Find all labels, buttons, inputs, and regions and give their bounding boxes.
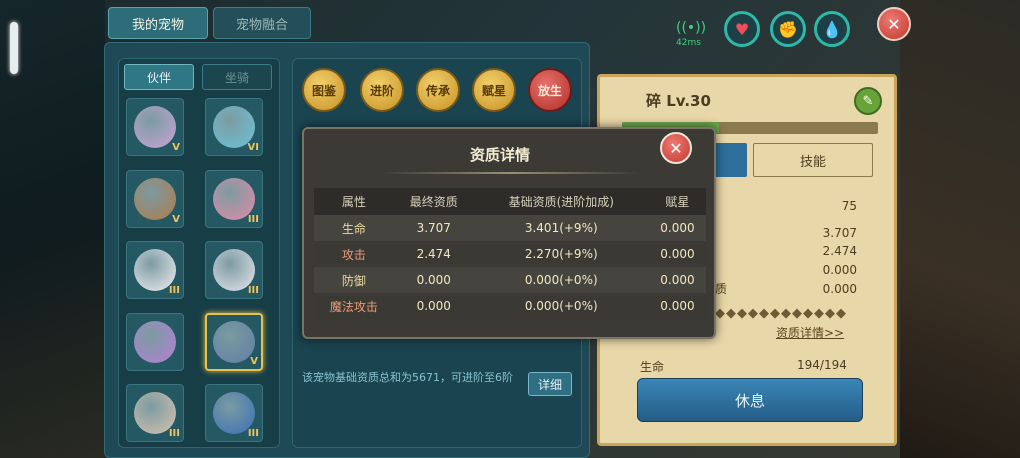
- pet-avatar: [134, 321, 176, 363]
- pet-slot[interactable]: V: [126, 98, 184, 156]
- pet-slot[interactable]: III: [205, 241, 263, 299]
- heart-icon[interactable]: ♥: [724, 11, 760, 47]
- stat-value-4: 0.000: [822, 263, 857, 277]
- stat-label-partial: 质: [715, 282, 728, 296]
- pet-avatar: [134, 178, 176, 220]
- row-star: 0.000: [648, 267, 706, 293]
- col-final: 最终资质: [393, 188, 474, 215]
- row-final: 3.707: [393, 215, 474, 241]
- row-star: 0.000: [648, 215, 706, 241]
- pet-rank-badge: III: [247, 285, 259, 296]
- side-drawer-handle[interactable]: [10, 22, 18, 74]
- col-base: 基础资质(进阶加成): [473, 188, 649, 215]
- star-button[interactable]: 赋星: [472, 68, 516, 112]
- pet-slot[interactable]: III: [205, 384, 263, 442]
- water-drop-icon[interactable]: 💧: [814, 11, 850, 47]
- rest-button[interactable]: 休息: [637, 378, 863, 422]
- aptitude-detail-link[interactable]: 资质详情>>: [776, 324, 844, 341]
- stat-value-1: 75: [841, 199, 857, 213]
- modal-title-divider: [380, 172, 640, 174]
- close-icon: ✕: [887, 14, 901, 34]
- pencil-icon: ✎: [862, 93, 874, 109]
- pet-rank-badge: V: [172, 214, 180, 225]
- pet-slot[interactable]: [126, 313, 184, 371]
- advance-info-text: 该宠物基础资质总和为5671，可进阶至6阶: [302, 371, 513, 384]
- star-diamonds: ◆◆◆◆◆◆◆◆◆◆◆◆: [715, 306, 847, 321]
- inherit-button[interactable]: 传承: [416, 68, 460, 112]
- modal-close-button[interactable]: ✕: [660, 132, 692, 164]
- window-close-button[interactable]: ✕: [877, 7, 911, 41]
- col-star: 赋星: [648, 188, 706, 215]
- row-name: 攻击: [314, 241, 394, 267]
- row-final: 0.000: [393, 267, 474, 293]
- close-icon: ✕: [669, 138, 683, 158]
- advance-button[interactable]: 进阶: [360, 68, 404, 112]
- tab-my-pets[interactable]: 我的宠物: [108, 7, 208, 39]
- table-row: 防御 0.000 0.000(+0%) 0.000: [314, 267, 706, 293]
- tab-partner[interactable]: 伙伴: [124, 64, 194, 90]
- background-right: [900, 0, 1020, 458]
- pet-rank-badge: III: [247, 428, 259, 439]
- pet-avatar: [213, 321, 255, 363]
- row-name: 生命: [314, 215, 394, 241]
- pet-avatar: [134, 106, 176, 148]
- release-button[interactable]: 放生: [528, 68, 572, 112]
- row-base: 2.270(+9%): [473, 241, 649, 267]
- edit-name-button[interactable]: ✎: [854, 87, 882, 115]
- pet-rank-badge: VI: [247, 142, 259, 153]
- pet-slot[interactable]: VI: [205, 98, 263, 156]
- row-final: 0.000: [393, 293, 474, 319]
- row-star: 0.000: [648, 293, 706, 319]
- pet-slot[interactable]: V: [126, 170, 184, 228]
- pet-rank-badge: III: [168, 428, 180, 439]
- ping-readout: 42ms: [676, 38, 701, 48]
- hp-value: 194/194: [797, 358, 847, 372]
- stat-value-2: 3.707: [822, 226, 857, 240]
- tab-attributes[interactable]: [713, 143, 747, 177]
- pet-name-level: 碎 Lv.30: [646, 92, 711, 110]
- row-base: 0.000(+0%): [473, 267, 649, 293]
- codex-button[interactable]: 图鉴: [302, 68, 346, 112]
- row-name: 防御: [314, 267, 394, 293]
- tab-mount[interactable]: 坐骑: [202, 64, 272, 90]
- pet-slot[interactable]: III: [205, 170, 263, 228]
- row-base: 3.401(+9%): [473, 215, 649, 241]
- tab-skills[interactable]: 技能: [753, 143, 873, 177]
- pet-slot[interactable]: V: [205, 313, 263, 371]
- row-final: 2.474: [393, 241, 474, 267]
- stat-value-3: 2.474: [822, 244, 857, 258]
- wifi-icon: ((•)): [676, 20, 707, 36]
- pet-rank-badge: V: [250, 356, 258, 367]
- table-row: 攻击 2.474 2.270(+9%) 0.000: [314, 241, 706, 267]
- aptitude-table: 属性 最终资质 基础资质(进阶加成) 赋星 生命 3.707 3.401(+9%…: [314, 188, 706, 319]
- col-attribute: 属性: [314, 188, 394, 215]
- row-base: 0.000(+0%): [473, 293, 649, 319]
- pet-slot[interactable]: III: [126, 384, 184, 442]
- pet-rank-badge: III: [168, 285, 180, 296]
- hp-label: 生命: [640, 360, 665, 374]
- pet-rank-badge: V: [172, 142, 180, 153]
- table-header-row: 属性 最终资质 基础资质(进阶加成) 赋星: [314, 188, 706, 215]
- pet-slot[interactable]: III: [126, 241, 184, 299]
- table-row: 魔法攻击 0.000 0.000(+0%) 0.000: [314, 293, 706, 319]
- modal-title: 资质详情: [470, 146, 531, 164]
- row-star: 0.000: [648, 241, 706, 267]
- stat-value-5: 0.000: [822, 282, 857, 296]
- muscle-icon[interactable]: ✊: [770, 11, 806, 47]
- detail-button[interactable]: 详细: [528, 372, 572, 396]
- pet-rank-badge: III: [247, 214, 259, 225]
- row-name: 魔法攻击: [314, 293, 394, 319]
- tab-pet-fusion[interactable]: 宠物融合: [213, 7, 311, 39]
- table-row: 生命 3.707 3.401(+9%) 0.000: [314, 215, 706, 241]
